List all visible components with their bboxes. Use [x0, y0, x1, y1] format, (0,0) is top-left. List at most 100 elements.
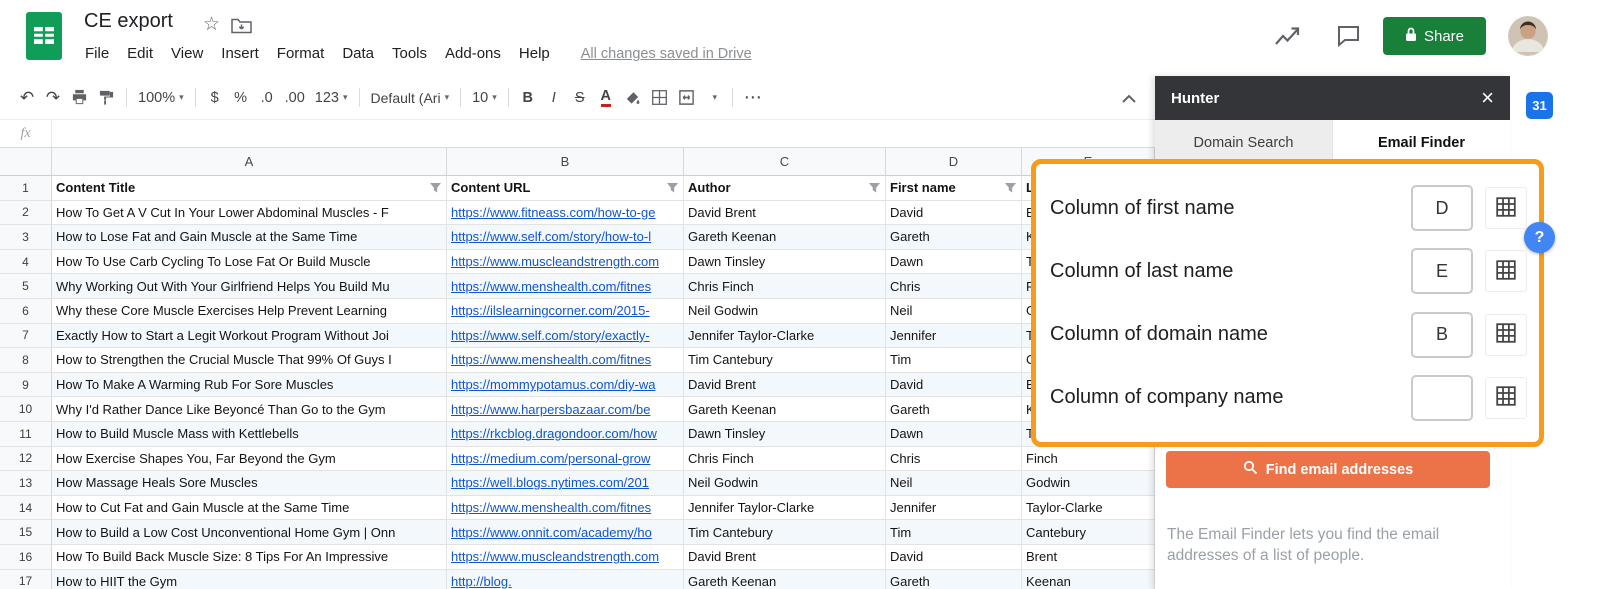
- cell-first[interactable]: Gareth: [886, 397, 1022, 422]
- cell-author[interactable]: Neil Godwin: [684, 298, 886, 324]
- cell-last[interactable]: Taylor-Clarke: [1022, 495, 1155, 521]
- cell-url[interactable]: https://www.fitneass.com/how-to-ge: [447, 200, 684, 226]
- document-title[interactable]: CE export: [84, 10, 173, 33]
- cell-author[interactable]: Jennifer Taylor-Clarke: [684, 495, 886, 521]
- close-icon[interactable]: ×: [1481, 87, 1494, 109]
- row-number[interactable]: 15: [0, 520, 52, 545]
- cell-first[interactable]: Dawn: [886, 421, 1022, 447]
- cell-title[interactable]: How to Lose Fat and Gain Muscle at the S…: [52, 225, 447, 250]
- filter-icon[interactable]: [666, 182, 679, 194]
- cell-url[interactable]: Content URL: [447, 176, 684, 201]
- column-of-last-name-input[interactable]: E: [1411, 248, 1473, 295]
- cell-first[interactable]: Chris: [886, 446, 1022, 472]
- find-email-addresses-button[interactable]: Find email addresses: [1166, 451, 1490, 488]
- format-percent-button[interactable]: %: [228, 84, 254, 111]
- cell-url[interactable]: https://www.harpersbazaar.com/be: [447, 397, 684, 422]
- cell-author[interactable]: David Brent: [684, 544, 886, 570]
- cell-title[interactable]: How to Build Muscle Mass with Kettlebell…: [52, 421, 447, 447]
- cell-first[interactable]: Neil: [886, 298, 1022, 324]
- save-status-link[interactable]: All changes saved in Drive: [581, 46, 752, 62]
- row-number[interactable]: 12: [0, 446, 52, 472]
- cell-author[interactable]: David Brent: [684, 372, 886, 398]
- cell-first[interactable]: Gareth: [886, 225, 1022, 250]
- borders-button[interactable]: [646, 84, 673, 111]
- cell-author[interactable]: Dawn Tinsley: [684, 249, 886, 275]
- cell-first[interactable]: Tim: [886, 520, 1022, 545]
- cell-author[interactable]: Dawn Tinsley: [684, 421, 886, 447]
- cell-author[interactable]: Tim Cantebury: [684, 348, 886, 373]
- menu-item-edit[interactable]: Edit: [118, 42, 162, 65]
- row-number[interactable]: 7: [0, 323, 52, 349]
- cell-author[interactable]: Jennifer Taylor-Clarke: [684, 323, 886, 349]
- format-currency-button[interactable]: $: [202, 84, 228, 111]
- cell-last[interactable]: Keenan: [1022, 569, 1155, 589]
- column-of-domain-name-picker-button[interactable]: [1485, 313, 1527, 356]
- increase-decimal-button[interactable]: .00: [280, 84, 310, 111]
- paint-format-button[interactable]: [93, 84, 120, 111]
- font-family-select[interactable]: Default (Ari ▾: [366, 84, 455, 111]
- cell-author[interactable]: Chris Finch: [684, 274, 886, 299]
- collapse-toolbar-button[interactable]: [1122, 90, 1136, 108]
- row-number[interactable]: 14: [0, 495, 52, 521]
- cell-url[interactable]: https://ilslearningcorner.com/2015-: [447, 298, 684, 324]
- merge-dropdown[interactable]: ▾: [700, 84, 726, 111]
- column-of-domain-name-input[interactable]: B: [1411, 311, 1473, 358]
- redo-button[interactable]: ↷: [40, 84, 66, 111]
- cell-last[interactable]: Brent: [1022, 544, 1155, 570]
- row-number[interactable]: 4: [0, 249, 52, 275]
- row-number[interactable]: 8: [0, 348, 52, 373]
- menu-item-help[interactable]: Help: [510, 42, 559, 65]
- cell-first[interactable]: Jennifer: [886, 323, 1022, 349]
- sheets-logo-icon[interactable]: [26, 12, 62, 65]
- cell-title[interactable]: Exactly How to Start a Legit Workout Pro…: [52, 323, 447, 349]
- cell-first[interactable]: Neil: [886, 471, 1022, 496]
- cell-url[interactable]: https://well.blogs.nytimes.com/201: [447, 471, 684, 496]
- row-number[interactable]: 9: [0, 372, 52, 398]
- row-number[interactable]: 1: [0, 176, 52, 201]
- cell-first[interactable]: Tim: [886, 348, 1022, 373]
- cell-url[interactable]: https://www.menshealth.com/fitnes: [447, 495, 684, 521]
- filter-icon[interactable]: [429, 182, 442, 194]
- strikethrough-button[interactable]: S: [567, 84, 593, 111]
- cell-title[interactable]: Why Working Out With Your Girlfriend Hel…: [52, 274, 447, 299]
- zoom-select[interactable]: 100% ▾: [133, 84, 189, 111]
- column-of-first-name-input[interactable]: D: [1411, 185, 1473, 232]
- font-size-select[interactable]: 10 ▾: [467, 84, 502, 111]
- cell-first[interactable]: Dawn: [886, 249, 1022, 275]
- cell-author[interactable]: Author: [684, 176, 886, 201]
- more-toolbar-button[interactable]: ⋯: [739, 84, 767, 111]
- menu-item-view[interactable]: View: [162, 42, 212, 65]
- cell-url[interactable]: https://www.menshealth.com/fitnes: [447, 274, 684, 299]
- row-number[interactable]: 13: [0, 471, 52, 496]
- cell-author[interactable]: David Brent: [684, 200, 886, 226]
- row-number[interactable]: 11: [0, 421, 52, 447]
- menu-item-insert[interactable]: Insert: [212, 42, 268, 65]
- cell-title[interactable]: Why I'd Rather Dance Like Beyoncé Than G…: [52, 397, 447, 422]
- cell-last[interactable]: Cantebury: [1022, 520, 1155, 545]
- cell-title[interactable]: How to Strengthen the Crucial Muscle Tha…: [52, 348, 447, 373]
- cell-title[interactable]: How To Make A Warming Rub For Sore Muscl…: [52, 372, 447, 398]
- column-of-company-name-picker-button[interactable]: [1485, 376, 1527, 419]
- cell-title[interactable]: How to HIIT the Gym: [52, 569, 447, 589]
- cell-author[interactable]: Gareth Keenan: [684, 569, 886, 589]
- cell-last[interactable]: Finch: [1022, 446, 1155, 472]
- cell-url[interactable]: https://www.muscleandstrength.com: [447, 249, 684, 275]
- row-number[interactable]: 3: [0, 225, 52, 250]
- row-number[interactable]: 10: [0, 397, 52, 422]
- calendar-badge[interactable]: 31: [1526, 92, 1553, 119]
- bold-button[interactable]: B: [515, 84, 541, 111]
- cell-url[interactable]: https://www.onnit.com/academy/ho: [447, 520, 684, 545]
- cell-title[interactable]: Why these Core Muscle Exercises Help Pre…: [52, 298, 447, 324]
- row-number[interactable]: 5: [0, 274, 52, 299]
- menu-item-file[interactable]: File: [76, 42, 118, 65]
- menu-item-data[interactable]: Data: [333, 42, 383, 65]
- row-number[interactable]: 6: [0, 298, 52, 324]
- cell-url[interactable]: https://www.muscleandstrength.com: [447, 544, 684, 570]
- column-header-c[interactable]: C: [684, 148, 886, 176]
- cell-title[interactable]: Content Title: [52, 176, 447, 201]
- cell-first[interactable]: David: [886, 200, 1022, 226]
- cell-url[interactable]: https://www.self.com/story/how-to-l: [447, 225, 684, 250]
- account-avatar[interactable]: [1508, 16, 1548, 56]
- menu-item-add-ons[interactable]: Add-ons: [436, 42, 510, 65]
- cell-url[interactable]: https://www.menshealth.com/fitnes: [447, 348, 684, 373]
